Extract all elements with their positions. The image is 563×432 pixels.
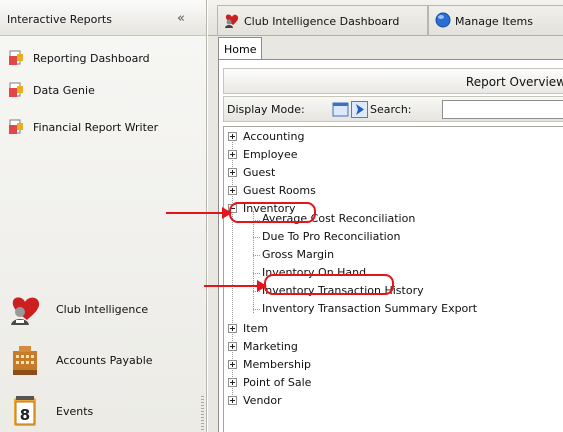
- tree-connector: [253, 220, 260, 221]
- tab-home[interactable]: Home: [218, 37, 262, 59]
- heart-user-icon: [224, 12, 240, 31]
- report-tree: Accounting Employee Guest Guest Rooms In…: [223, 126, 563, 432]
- tree-node-label: Point of Sale: [243, 376, 312, 389]
- tree-leaf-label: Due To Pro Reconciliation: [262, 230, 401, 243]
- nav-item-label: Reporting Dashboard: [33, 51, 150, 65]
- pane-title: Interactive Reports: [7, 13, 112, 26]
- interactive-reports-pane: Interactive Reports « Reporting Dashboar…: [0, 0, 207, 432]
- heart-user-icon: [8, 292, 42, 326]
- tree-connector: [253, 255, 260, 256]
- nav-item-label: Accounts Payable: [56, 353, 153, 367]
- document-tab-bar: Club Intelligence Dashboard Manage Items: [208, 0, 563, 36]
- nav-item-club-intelligence[interactable]: Club Intelligence: [8, 291, 200, 327]
- report-toolbar: Display Mode: Search:: [223, 96, 563, 122]
- report-overview-title: Report Overview: [465, 75, 563, 89]
- search-label: Search:: [370, 103, 412, 116]
- tree-node-label: Guest: [243, 166, 276, 179]
- svg-text:8: 8: [20, 406, 30, 424]
- nav-item-label: Data Genie: [33, 83, 95, 97]
- tree-node-label: Membership: [243, 358, 311, 371]
- content-area: Home Report Overview Display Mode: Searc…: [208, 36, 563, 432]
- expand-plus-icon[interactable]: [228, 378, 237, 387]
- pane-resize-grip[interactable]: [201, 396, 204, 430]
- display-mode-label: Display Mode:: [227, 103, 305, 116]
- play-mode-icon[interactable]: [351, 101, 368, 118]
- tree-node-label: Accounting: [243, 130, 305, 143]
- building-icon: [8, 343, 42, 377]
- inventory-on-hand-arrow-head-icon: [257, 280, 267, 292]
- home-panel: Report Overview Display Mode: Search: Ac…: [218, 59, 563, 432]
- report-doc-icon: [8, 50, 24, 66]
- expand-plus-icon[interactable]: [228, 342, 237, 351]
- tree-connector: [253, 309, 260, 310]
- nav-item-events[interactable]: 8 Events: [8, 393, 200, 429]
- expand-plus-icon[interactable]: [228, 396, 237, 405]
- inventory-arrow-head-icon: [222, 207, 232, 219]
- tree-leaf-label: Inventory Transaction History: [262, 284, 424, 297]
- expand-plus-icon[interactable]: [228, 324, 237, 333]
- expand-plus-icon[interactable]: [228, 132, 237, 141]
- tree-connector: [253, 237, 260, 238]
- tree-node-label: Vendor: [243, 394, 282, 407]
- tree-leaf-label: Inventory Transaction Summary Export: [262, 302, 478, 315]
- tree-leaf-label: Gross Margin: [262, 248, 335, 261]
- tree-node-label: Guest Rooms: [243, 184, 316, 197]
- expand-plus-icon[interactable]: [228, 168, 237, 177]
- nav-item-label: Events: [56, 404, 94, 418]
- expand-plus-icon[interactable]: [228, 360, 237, 369]
- nav-item-label: Club Intelligence: [56, 302, 149, 316]
- tree-node-label: Item: [243, 322, 269, 335]
- tab-club-intelligence-dashboard[interactable]: Club Intelligence Dashboard: [217, 5, 428, 36]
- tab-label: Club Intelligence Dashboard: [244, 14, 400, 28]
- report-doc-icon: [8, 119, 24, 135]
- expand-plus-icon[interactable]: [228, 150, 237, 159]
- search-input[interactable]: [442, 100, 563, 119]
- report-doc-icon: [8, 82, 24, 98]
- inventory-on-hand-arrow-shaft: [204, 285, 258, 287]
- tab-manage-items[interactable]: Manage Items: [428, 5, 563, 36]
- tree-leaf-label: Inventory On Hand: [262, 266, 367, 279]
- nav-item-accounts-payable[interactable]: Accounts Payable: [8, 342, 200, 378]
- inventory-arrow-shaft: [166, 212, 223, 214]
- tree-node-label: Marketing: [243, 340, 298, 353]
- nav-item-data-genie[interactable]: Data Genie: [8, 80, 200, 100]
- collapse-pane-button[interactable]: «: [177, 11, 185, 26]
- tree-node-label: Employee: [243, 148, 298, 161]
- nav-item-financial-report-writer[interactable]: Financial Report Writer: [8, 117, 200, 137]
- expand-plus-icon[interactable]: [228, 186, 237, 195]
- nav-item-label: Financial Report Writer: [33, 120, 159, 134]
- tree-connector: [253, 273, 260, 274]
- pane-header: Interactive Reports «: [0, 0, 206, 36]
- report-overview-header: Report Overview: [223, 68, 563, 94]
- tree-connector: [253, 211, 254, 313]
- nav-item-reporting-dashboard[interactable]: Reporting Dashboard: [8, 48, 200, 68]
- tree-view-mode-icon[interactable]: [332, 101, 349, 118]
- calendar-icon: 8: [8, 394, 42, 428]
- tree-leaf-label: Average Cost Reconciliation: [262, 212, 416, 225]
- tab-label: Manage Items: [455, 14, 533, 28]
- globe-icon: [435, 12, 451, 31]
